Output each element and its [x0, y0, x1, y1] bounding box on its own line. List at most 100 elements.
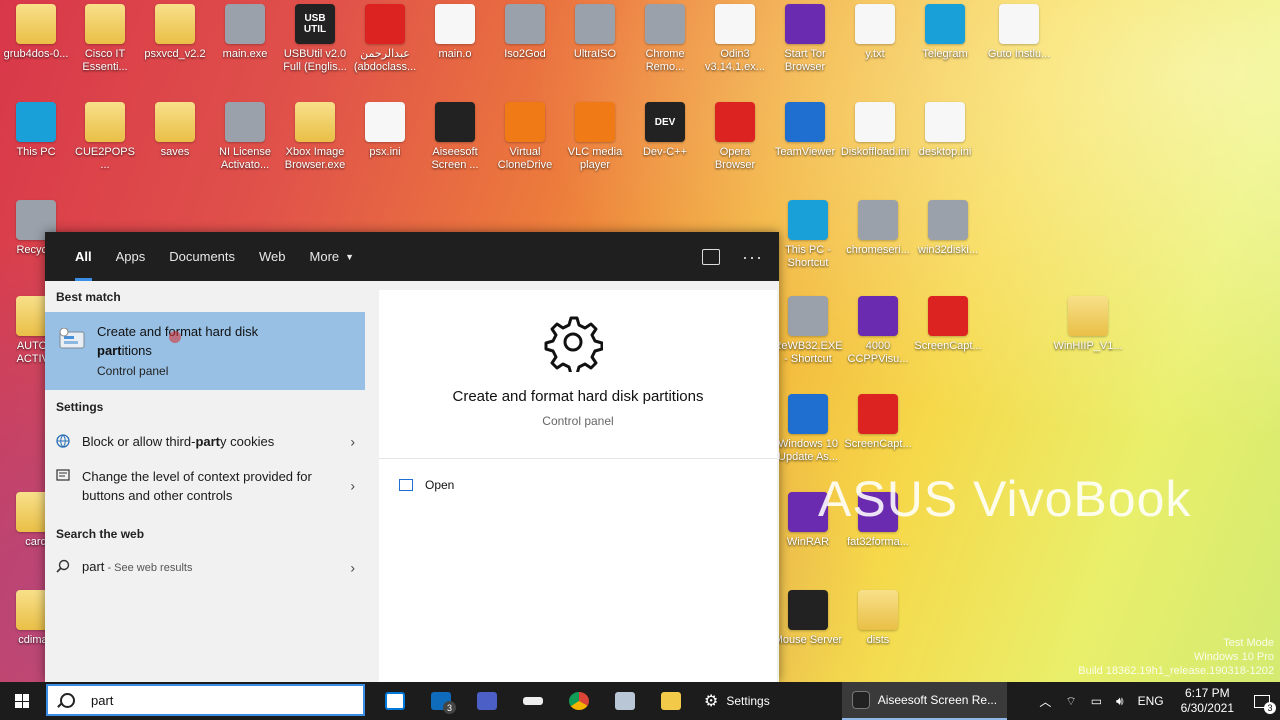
- wifi-icon[interactable]: ⌔: [1058, 694, 1083, 709]
- tab-documents[interactable]: Documents: [157, 232, 247, 281]
- desktop-icon[interactable]: Opera Browser: [699, 102, 771, 172]
- settings-taskbar-button[interactable]: ⚙ Settings: [694, 682, 780, 720]
- desktop-icon[interactable]: Iso2God: [489, 4, 561, 61]
- desktop-icon[interactable]: CUE2POPS ...: [69, 102, 141, 172]
- desktop-icon-label: ScreenCapt...: [914, 340, 982, 352]
- desktop-icon[interactable]: VLC media player: [559, 102, 631, 172]
- app-button[interactable]: [510, 682, 556, 720]
- desktop-icon-label: Odin3 v3.14.1.ex...: [705, 48, 765, 73]
- mail-button[interactable]: 3: [418, 682, 464, 720]
- desktop-icon[interactable]: Windows 10 Update As...: [772, 394, 844, 464]
- file-icon: [999, 4, 1039, 44]
- globe-settings-icon: [56, 434, 70, 448]
- desktop-icon[interactable]: UltraISO: [559, 4, 631, 61]
- taskbar-search-box[interactable]: [46, 684, 365, 716]
- desktop-icon[interactable]: Mouse Server: [772, 590, 844, 647]
- remote-desktop-button[interactable]: [602, 682, 648, 720]
- desktop-icon[interactable]: NI License Activato...: [209, 102, 281, 172]
- desktop-icon[interactable]: grub4dos-0...: [0, 4, 72, 61]
- desktop-icon-label: dists: [866, 634, 890, 646]
- file-icon: [855, 4, 895, 44]
- tab-more[interactable]: More ▼: [298, 232, 367, 281]
- desktop-icon[interactable]: 4000 CCPPVisu...: [842, 296, 914, 366]
- desktop-icon[interactable]: USB UTIL USBUtil v2.0 Full (Englis...: [279, 4, 351, 74]
- camera-icon: [435, 102, 475, 142]
- desktop-icon[interactable]: Odin3 v3.14.1.ex...: [699, 4, 771, 74]
- desktop-icon[interactable]: win32diski...: [912, 200, 984, 257]
- desktop-icon[interactable]: Virtual CloneDrive: [489, 102, 561, 172]
- teams-button[interactable]: [464, 682, 510, 720]
- file-explorer-button[interactable]: [648, 682, 694, 720]
- desktop-icon[interactable]: main.exe: [209, 4, 281, 61]
- gear-icon: ⚙: [704, 693, 719, 710]
- tab-apps[interactable]: Apps: [104, 232, 158, 281]
- folder-icon: [85, 4, 125, 44]
- file-icon: [925, 102, 965, 142]
- desktop-icon[interactable]: Telegram: [909, 4, 981, 61]
- setting-context-level[interactable]: Change the level of context provided for…: [45, 459, 377, 513]
- chevron-right-icon: ›: [350, 477, 355, 494]
- desktop-icon[interactable]: This PC - Shortcut: [772, 200, 844, 270]
- file-icon: [855, 102, 895, 142]
- language-indicator[interactable]: ENG: [1131, 694, 1171, 708]
- desktop-icon-label: Telegram: [922, 48, 968, 60]
- action-center-button[interactable]: 3: [1244, 682, 1280, 720]
- caret-down-icon: ▼: [345, 251, 355, 262]
- desktop-icon-label: Windows 10 Update As...: [778, 438, 838, 463]
- teamviewer-icon: [785, 102, 825, 142]
- clock[interactable]: 6:17 PM 6/30/2021: [1171, 686, 1244, 716]
- tab-all[interactable]: All: [63, 232, 104, 281]
- microsoft-store-button[interactable]: [372, 682, 418, 720]
- feedback-icon[interactable]: [702, 248, 721, 265]
- gear-icon: [544, 316, 603, 372]
- remote-icon: [615, 692, 635, 710]
- desktop-icon[interactable]: Start Tor Browser: [769, 4, 841, 74]
- desktop-icon[interactable]: Guto Instlu...: [983, 4, 1055, 61]
- battery-icon[interactable]: ▭: [1084, 694, 1109, 708]
- folder-icon: [85, 102, 125, 142]
- desktop-icon[interactable]: ScreenCapt...: [842, 394, 914, 451]
- desktop-icon[interactable]: TeamViewer: [769, 102, 841, 159]
- desktop-icon[interactable]: WinHIIP_V1...: [1052, 296, 1124, 353]
- desktop-icon[interactable]: y.txt: [839, 4, 911, 61]
- search-web-heading: Search the web: [56, 527, 145, 541]
- desktop-icon[interactable]: ReWB32.EXE - Shortcut: [772, 296, 844, 366]
- chevron-up-icon[interactable]: ︿: [1032, 693, 1058, 710]
- preview-subtitle: Control panel: [542, 414, 614, 428]
- search-input[interactable]: [89, 691, 343, 709]
- desktop-icon[interactable]: Chrome Remo...: [629, 4, 701, 74]
- desktop-icon[interactable]: This PC: [0, 102, 72, 159]
- volume-icon[interactable]: 🔊︎: [1109, 694, 1131, 709]
- desktop-icon[interactable]: dists: [842, 590, 914, 647]
- web-search-result[interactable]: part - See web results ›: [45, 549, 377, 586]
- teams-icon: [477, 692, 497, 710]
- desktop-icon[interactable]: Cisco IT Essenti...: [69, 4, 141, 74]
- app-icon: [788, 296, 828, 336]
- telegram-icon: [925, 4, 965, 44]
- desktop-icon[interactable]: main.o: [419, 4, 491, 61]
- start-button[interactable]: [0, 682, 44, 720]
- desktop-icon[interactable]: psx.ini: [349, 102, 421, 159]
- setting-third-party-cookies[interactable]: Block or allow third-party cookies ›: [45, 424, 377, 459]
- desktop-icon[interactable]: Aiseesoft Screen ...: [419, 102, 491, 172]
- best-match-result[interactable]: Create and format hard disk partitions C…: [45, 312, 365, 390]
- open-action[interactable]: Open: [399, 478, 454, 492]
- folder-icon: [661, 692, 681, 710]
- desktop-icon[interactable]: chromeseri...: [842, 200, 914, 257]
- chrome-button[interactable]: [556, 682, 602, 720]
- desktop-icon[interactable]: saves: [139, 102, 211, 159]
- desktop-icon-label: Aiseesoft Screen ...: [431, 146, 479, 171]
- tab-web[interactable]: Web: [247, 232, 298, 281]
- desktop-icon-label: Opera Browser: [714, 146, 756, 171]
- more-options-icon[interactable]: ···: [742, 248, 763, 266]
- aiseesoft-taskbar-button[interactable]: Aiseesoft Screen Re...: [841, 682, 1008, 720]
- desktop-icon[interactable]: ScreenCapt...: [912, 296, 984, 353]
- desktop-icon[interactable]: Xbox Image Browser.exe: [279, 102, 351, 172]
- desktop-icon-label: WinRAR: [786, 536, 830, 548]
- app-icon: [575, 4, 615, 44]
- desktop-icon[interactable]: DEV Dev-C++: [629, 102, 701, 159]
- desktop-icon[interactable]: عبدالرحمن (abdoclass...: [349, 4, 421, 74]
- desktop-icon[interactable]: psxvcd_v2.2: [139, 4, 211, 61]
- desktop-icon[interactable]: desktop.ini: [909, 102, 981, 159]
- desktop-icon[interactable]: Diskoffload.ini: [839, 102, 911, 159]
